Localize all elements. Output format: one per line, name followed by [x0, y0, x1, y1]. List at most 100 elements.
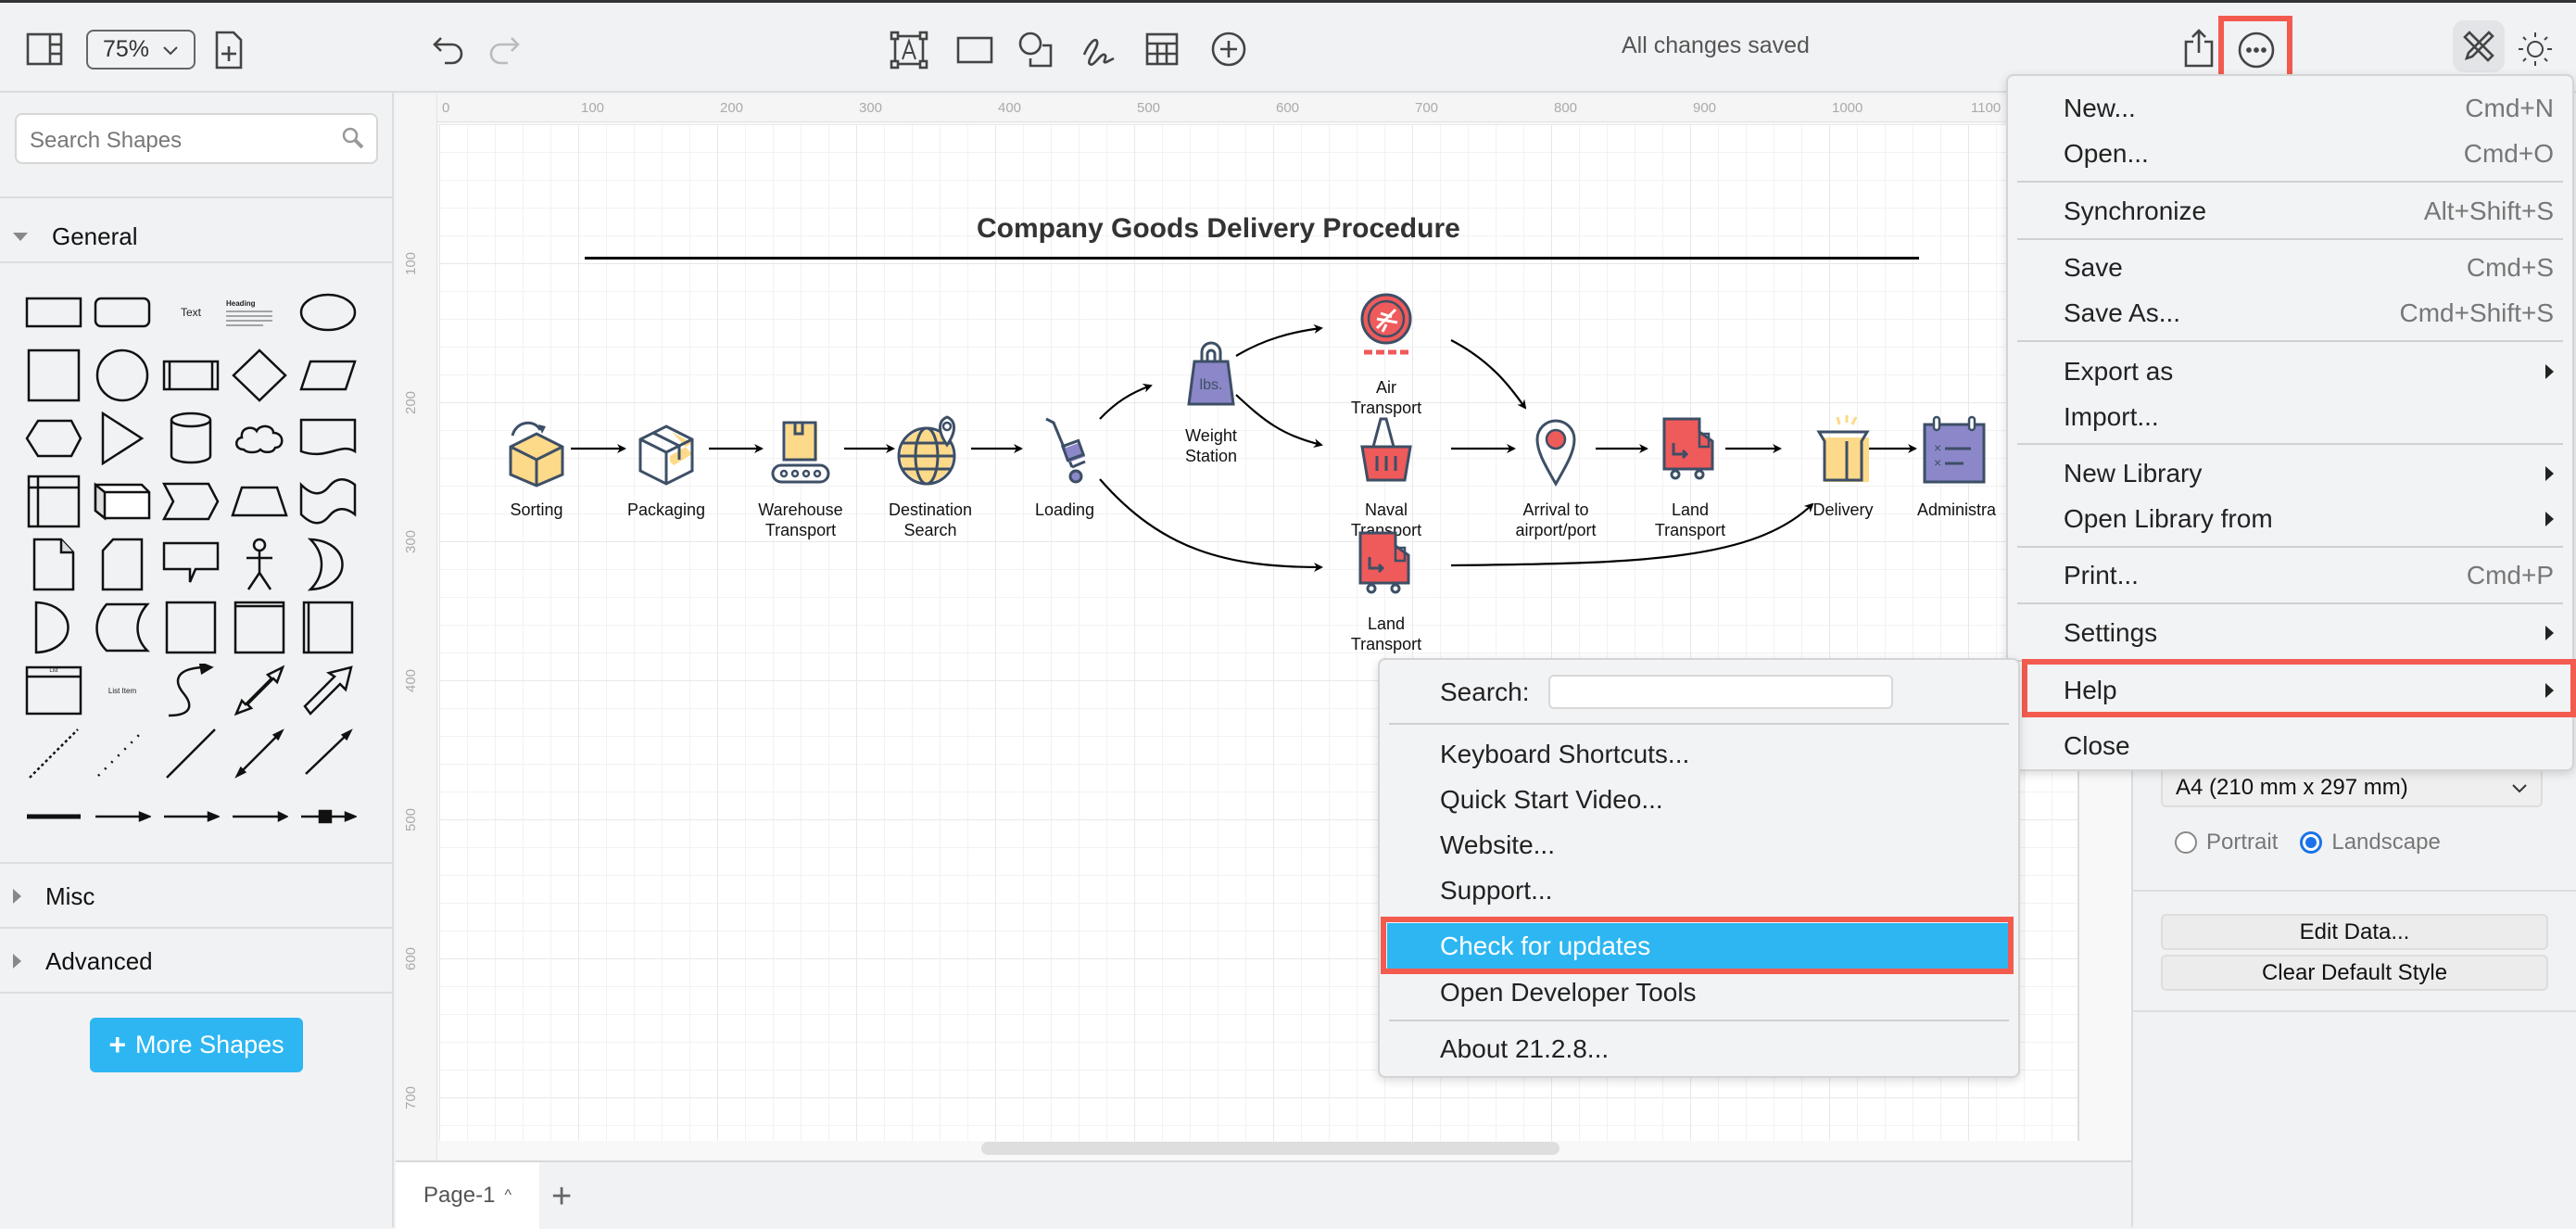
help-item-quick-start-video[interactable]: Quick Start Video... — [1380, 777, 2018, 822]
node-air-transport[interactable]: Air Transport — [1326, 291, 1446, 418]
menu-item-import[interactable]: Import... — [2008, 394, 2572, 439]
menu-item-open-library-from[interactable]: Open Library from — [2008, 496, 2572, 541]
shape-cylinder[interactable] — [158, 409, 224, 468]
node-packaging[interactable]: Packaging — [606, 413, 726, 520]
shape-link[interactable] — [20, 787, 87, 846]
search-shapes-input[interactable]: Search Shapes — [15, 113, 378, 164]
shape-heading[interactable]: Heading — [226, 283, 293, 342]
shape-parallelogram[interactable] — [295, 346, 361, 405]
insert-page-icon[interactable] — [215, 31, 243, 70]
shape-or[interactable] — [295, 535, 361, 594]
shape-rectangle[interactable] — [20, 283, 87, 342]
shape-document[interactable] — [295, 409, 361, 468]
node-sorting[interactable]: Sorting — [476, 413, 597, 520]
freehand-icon[interactable] — [1080, 32, 1118, 68]
menu-item-print[interactable]: Print... Cmd+P — [2008, 552, 2572, 598]
shape-ellipse[interactable] — [295, 283, 361, 342]
shape-text[interactable]: Text — [158, 283, 224, 342]
node-administration[interactable]: × × Administra — [1917, 413, 2010, 520]
menu-item-settings[interactable]: Settings — [2008, 610, 2572, 655]
redo-icon[interactable] — [487, 34, 521, 66]
shape-labeled-connector[interactable] — [89, 787, 156, 846]
shape-actor[interactable] — [226, 535, 293, 594]
shape-circle[interactable] — [89, 346, 156, 405]
help-item-website[interactable]: Website... — [1380, 822, 2018, 868]
zoom-dropdown[interactable]: 75% — [86, 30, 196, 70]
shape-diamond[interactable] — [226, 346, 293, 405]
shape-arrow[interactable] — [295, 661, 361, 720]
shape-hexagon[interactable] — [20, 409, 87, 468]
shape-dashed-line[interactable] — [20, 724, 87, 783]
rectangle-tool-icon[interactable] — [956, 36, 993, 64]
paper-size-select[interactable]: A4 (210 mm x 297 mm) — [2161, 767, 2543, 807]
help-item-check-for-updates[interactable]: Check for updates — [1387, 923, 2011, 969]
edit-mode-icon[interactable] — [2453, 20, 2505, 72]
shape-callout[interactable] — [158, 535, 224, 594]
menu-item-save[interactable]: Save Cmd+S — [2008, 245, 2572, 290]
menu-item-synchronize[interactable]: Synchronize Alt+Shift+S — [2008, 188, 2572, 234]
format-panel-icon[interactable] — [26, 32, 63, 66]
node-warehouse-transport[interactable]: Warehouse Transport — [740, 413, 861, 540]
clear-default-style-button[interactable]: Clear Default Style — [2161, 955, 2548, 991]
shape-tape[interactable] — [295, 472, 361, 531]
menu-item-new-library[interactable]: New Library — [2008, 450, 2572, 496]
shape-line[interactable] — [158, 724, 224, 783]
node-weight-station[interactable]: lbs. Weight Station — [1151, 339, 1271, 466]
shape-dotted-line[interactable] — [89, 724, 156, 783]
chevron-up-icon[interactable]: ^ — [504, 1187, 511, 1204]
shape-square[interactable] — [20, 346, 87, 405]
help-item-about[interactable]: About 21.2.8... — [1380, 1026, 2018, 1071]
menu-item-new[interactable]: New... Cmd+N — [2008, 85, 2572, 131]
node-land-transport-lower[interactable]: Land Transport — [1326, 527, 1446, 654]
insert-icon[interactable] — [1210, 31, 1247, 68]
menu-item-open[interactable]: Open... Cmd+O — [2008, 131, 2572, 176]
shape-source-connector[interactable] — [158, 787, 224, 846]
menu-item-export-as[interactable]: Export as — [2008, 348, 2572, 394]
shape-card[interactable] — [89, 535, 156, 594]
shape-bidirectional-arrow[interactable] — [226, 661, 293, 720]
shape-step[interactable] — [158, 472, 224, 531]
help-item-support[interactable]: Support... — [1380, 868, 2018, 913]
shape-data-storage[interactable] — [89, 598, 156, 657]
edit-data-button[interactable]: Edit Data... — [2161, 914, 2548, 950]
more-options-icon[interactable] — [2237, 31, 2276, 70]
add-page-button[interactable]: + — [551, 1177, 572, 1217]
share-icon[interactable] — [2183, 29, 2215, 68]
shape-process[interactable] — [158, 346, 224, 405]
section-advanced[interactable]: Advanced — [0, 938, 394, 984]
horizontal-scrollbar[interactable] — [981, 1142, 1559, 1155]
undo-icon[interactable] — [432, 34, 465, 66]
shape-directional-connector[interactable] — [295, 724, 361, 783]
shape-cube[interactable] — [89, 472, 156, 531]
node-destination-search[interactable]: Destination Search — [870, 413, 991, 540]
shape-rounded-rectangle[interactable] — [89, 283, 156, 342]
menu-item-close[interactable]: Close — [2008, 723, 2572, 768]
portrait-radio[interactable] — [2175, 831, 2197, 854]
text-tool-icon[interactable] — [890, 31, 928, 70]
shape-trapezoid[interactable] — [226, 472, 293, 531]
shape-message-connector[interactable] — [295, 787, 361, 846]
shape-horizontal-container[interactable] — [295, 598, 361, 657]
shape-vertical-container[interactable] — [226, 598, 293, 657]
shape-note[interactable] — [20, 535, 87, 594]
shape-cloud[interactable] — [226, 409, 293, 468]
shape-triangle[interactable] — [89, 409, 156, 468]
node-delivery[interactable]: Delivery — [1783, 413, 1903, 520]
shape-list-item[interactable]: List Item — [89, 661, 156, 720]
more-shapes-button[interactable]: + More Shapes — [90, 1018, 303, 1072]
node-arrival[interactable]: Arrival to airport/port — [1496, 413, 1616, 540]
shapes-tool-icon[interactable] — [1017, 31, 1054, 68]
help-item-keyboard-shortcuts[interactable]: Keyboard Shortcuts... — [1380, 731, 2018, 777]
shape-bidirectional-connector[interactable] — [226, 724, 293, 783]
landscape-radio[interactable] — [2300, 831, 2323, 854]
node-loading[interactable]: Loading — [1004, 413, 1125, 520]
node-land-transport[interactable]: Land Transport — [1630, 413, 1750, 540]
page-tab[interactable]: Page-1 ^ — [396, 1162, 539, 1229]
help-search-input[interactable] — [1547, 675, 1893, 709]
section-general[interactable]: General — [0, 213, 394, 260]
shape-internal-storage[interactable] — [20, 472, 87, 531]
search-icon[interactable] — [341, 126, 365, 157]
shape-curved-arrow[interactable] — [158, 661, 224, 720]
theme-sun-icon[interactable] — [2517, 31, 2554, 68]
help-item-open-developer-tools[interactable]: Open Developer Tools — [1380, 969, 2018, 1015]
